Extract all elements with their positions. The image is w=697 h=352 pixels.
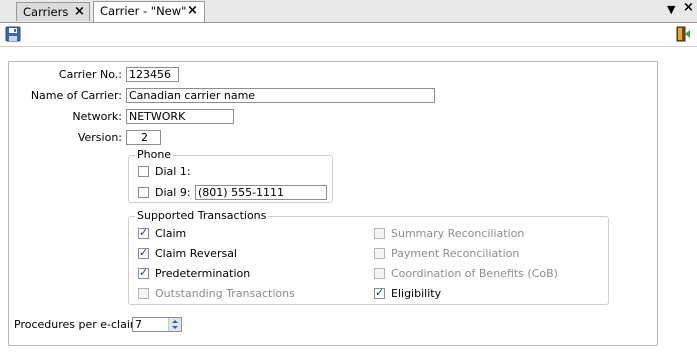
dial9-label: Dial 9: — [155, 186, 191, 199]
dial9-number-input[interactable]: (801) 555-1111 — [195, 185, 327, 200]
claim-checkbox[interactable]: ✓ — [138, 226, 149, 239]
coordination-of-benefits-checkbox — [374, 268, 385, 279]
procedures-value: 7 — [135, 318, 142, 331]
summary-reconciliation-checkbox — [374, 228, 385, 239]
checkmark-icon: ✓ — [375, 286, 385, 299]
network-input[interactable]: NETWORK — [126, 109, 234, 124]
tab-bar: Carriers × Carrier - "New" × ▼ × — [0, 0, 697, 23]
phone-group-title: Phone — [135, 148, 174, 161]
form-panel: Carrier No.: 123456 Name of Carrier: Can… — [8, 61, 658, 346]
claim-reversal-label: Claim Reversal — [155, 247, 237, 260]
tab-label: Carrier - "New" — [100, 4, 187, 18]
eligibility-checkbox[interactable]: ✓ — [374, 286, 385, 299]
version-field: 2 — [126, 130, 161, 145]
carrier-editor-window: Carriers × Carrier - "New" × ▼ × Carrier… — [0, 0, 697, 352]
checkmark-icon: ✓ — [139, 246, 149, 259]
toolbar — [0, 23, 697, 47]
coordination-of-benefits-label: Coordination of Benefits (CoB) — [391, 267, 558, 280]
tab-carriers[interactable]: Carriers × — [16, 2, 90, 21]
version-label: Version: — [77, 131, 122, 144]
predetermination-label: Predetermination — [155, 267, 251, 280]
eligibility-label: Eligibility — [391, 287, 442, 300]
supported-transactions-group: Supported Transactions ✓ Claim ✓ Claim R… — [128, 209, 609, 305]
close-icon[interactable]: × — [683, 1, 694, 15]
carrier-no-input[interactable]: 123456 — [126, 67, 179, 82]
payment-reconciliation-checkbox — [374, 248, 385, 259]
dial9-checkbox[interactable] — [138, 187, 149, 198]
claim-label: Claim — [155, 227, 187, 240]
name-of-carrier-label: Name of Carrier: — [30, 89, 122, 102]
tab-carrier-new[interactable]: Carrier - "New" × — [93, 1, 205, 22]
outstanding-transactions-checkbox — [138, 288, 149, 299]
phone-group: Phone Dial 1: Dial 9: (801) 555-1111 — [128, 148, 333, 203]
carrier-no-label: Carrier No.: — [58, 68, 122, 81]
checkmark-icon: ✓ — [139, 226, 149, 239]
payment-reconciliation-label: Payment Reconciliation — [391, 247, 520, 260]
name-of-carrier-input[interactable]: Canadian carrier name — [126, 88, 435, 103]
spinner-arrows-icon[interactable] — [168, 318, 181, 331]
tab-label: Carriers — [23, 5, 69, 19]
procedures-label: Procedures per e-claim: — [14, 318, 145, 331]
dial1-checkbox[interactable] — [138, 166, 149, 177]
floppy-disk-icon[interactable] — [5, 26, 21, 42]
dial1-label: Dial 1: — [155, 165, 191, 178]
checkmark-icon: ✓ — [139, 266, 149, 279]
exit-door-icon[interactable] — [675, 26, 691, 42]
summary-reconciliation-label: Summary Reconciliation — [391, 227, 525, 240]
form-content: Carrier No.: 123456 Name of Carrier: Can… — [0, 47, 697, 352]
triangle-down-icon[interactable]: ▼ — [667, 3, 675, 17]
claim-reversal-checkbox[interactable]: ✓ — [138, 246, 149, 259]
supported-transactions-title: Supported Transactions — [135, 209, 269, 222]
close-icon[interactable]: × — [187, 2, 198, 20]
outstanding-transactions-label: Outstanding Transactions — [155, 287, 295, 300]
procedures-spinner[interactable]: 7 — [132, 317, 182, 332]
predetermination-checkbox[interactable]: ✓ — [138, 266, 149, 279]
close-icon[interactable]: × — [74, 3, 85, 21]
network-label: Network: — [72, 110, 122, 123]
